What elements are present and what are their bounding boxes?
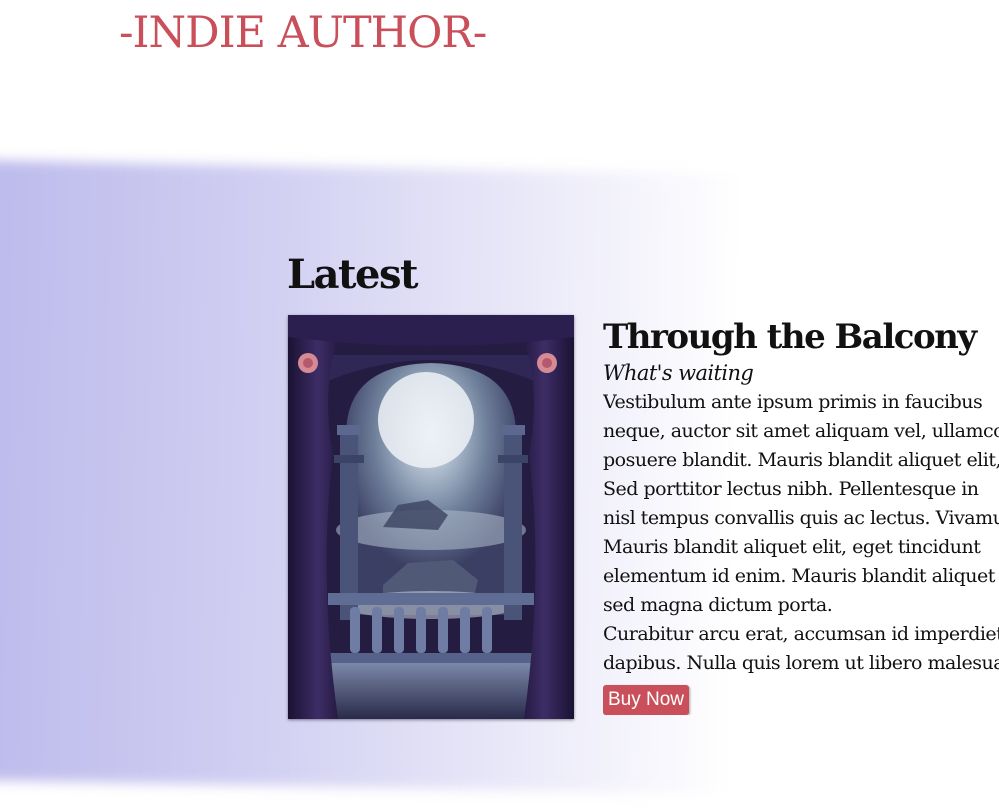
buy-now-button[interactable]: Buy Now <box>603 685 690 715</box>
site-title: -INDIE AUTHOR- <box>119 8 487 58</box>
description-line: Mauris blandit aliquet elit, eget tincid… <box>603 536 981 558</box>
book-subtitle: What's waiting <box>603 361 754 385</box>
description-line: dapibus. Nulla quis lorem ut libero male… <box>603 652 999 674</box>
description-line: Vestibulum ante ipsum primis in faucibus <box>603 391 983 413</box>
description-line: elementum id enim. Mauris blandit alique… <box>603 565 995 587</box>
book-title: Through the Balcony <box>603 317 977 357</box>
book-cover-image <box>288 315 574 719</box>
description-line: posuere blandit. Mauris blandit aliquet … <box>603 449 999 471</box>
description-line: sed magna dictum porta. <box>603 594 833 616</box>
latest-heading: Latest <box>287 251 418 298</box>
description-line: Sed porttitor lectus nibh. Pellentesque … <box>603 478 979 500</box>
book-description: Vestibulum ante ipsum primis in faucibus… <box>603 388 999 678</box>
description-line: nisl tempus convallis quis ac lectus. Vi… <box>603 507 999 529</box>
description-line: neque, auctor sit amet aliquam vel, ulla… <box>603 420 999 442</box>
book-details: Through the Balcony What's waiting Vesti… <box>603 315 999 715</box>
description-line: Curabitur arcu erat, accumsan id imperdi… <box>603 623 999 645</box>
